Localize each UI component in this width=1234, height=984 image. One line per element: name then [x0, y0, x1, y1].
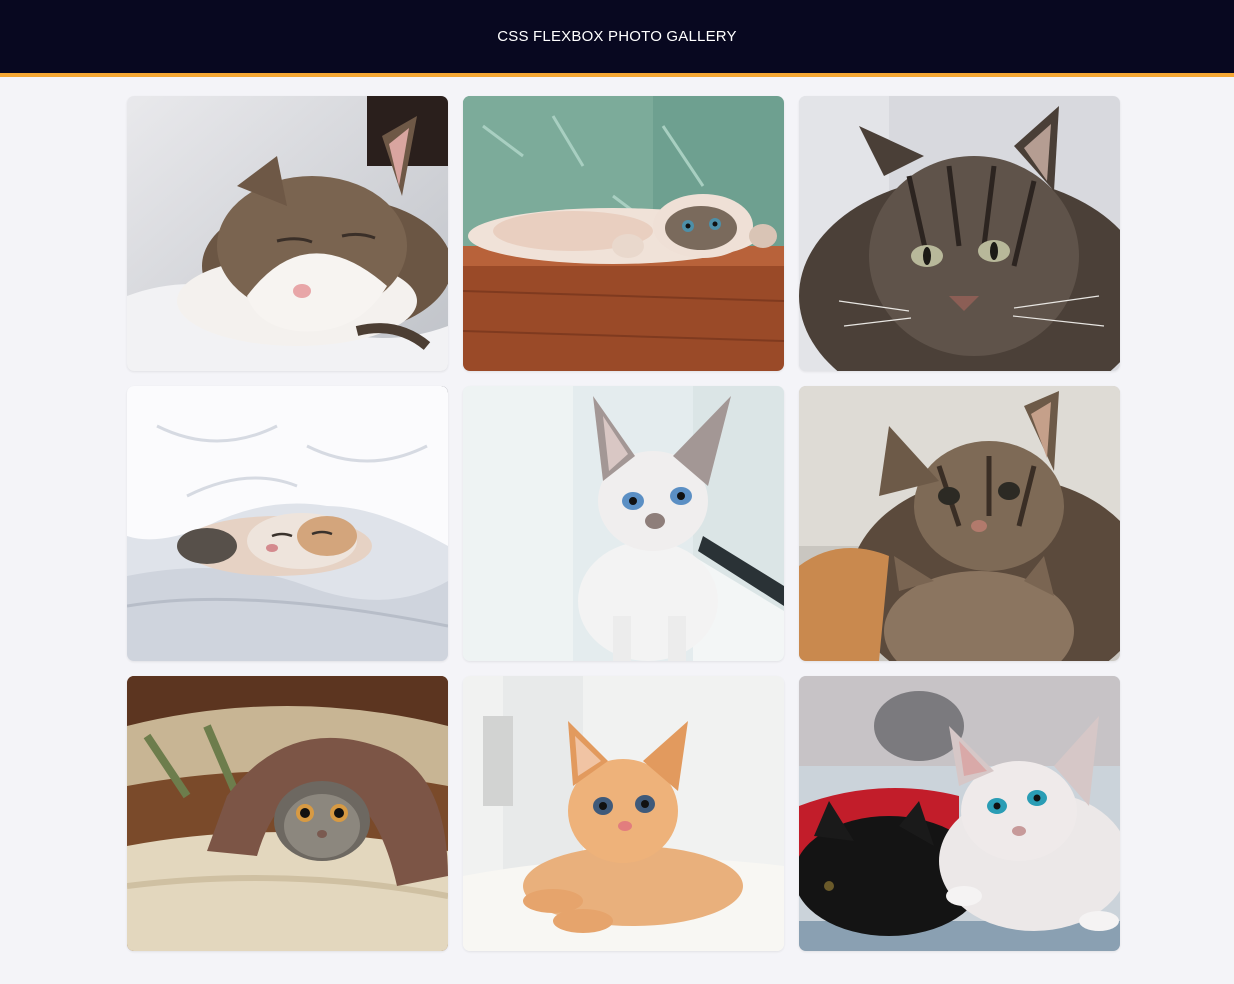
cat-photo-1[interactable]	[127, 96, 448, 371]
site-header: CSS FLEXBOX PHOTO GALLERY	[0, 0, 1234, 77]
cat-photo-2[interactable]	[463, 96, 784, 371]
cat-photo-3[interactable]	[799, 96, 1120, 371]
cat-photo-6[interactable]	[799, 386, 1120, 661]
cat-photo-4[interactable]	[127, 386, 448, 661]
cat-photo-8[interactable]	[463, 676, 784, 951]
page-title: CSS FLEXBOX PHOTO GALLERY	[497, 28, 737, 45]
cat-photo-9[interactable]	[799, 676, 1120, 951]
photo-gallery	[127, 96, 1122, 951]
cat-photo-5[interactable]	[463, 386, 784, 661]
cat-photo-7[interactable]	[127, 676, 448, 951]
